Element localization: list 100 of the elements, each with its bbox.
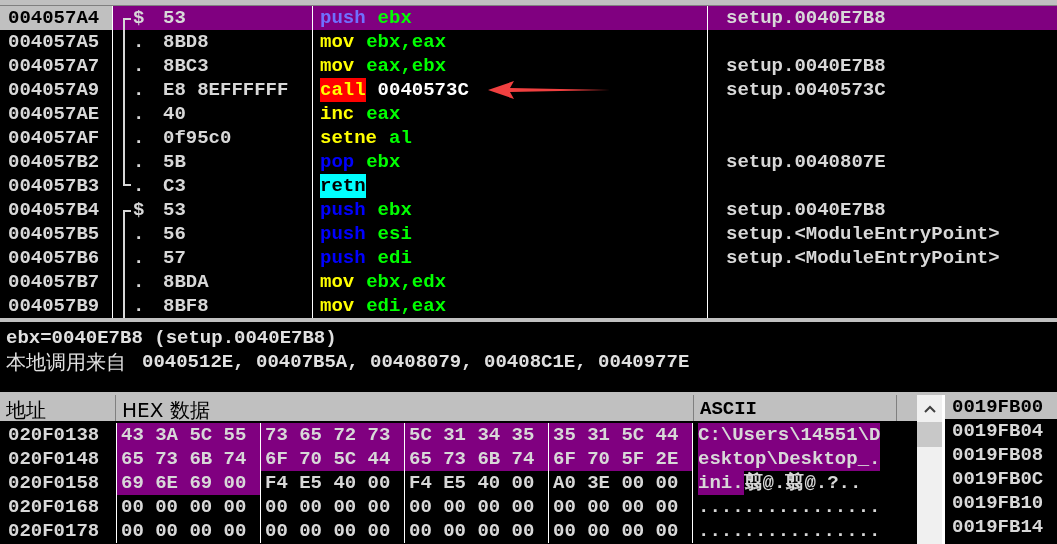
marker-text: . [133, 78, 146, 102]
hex-bytes: 65 73 6B 74 [404, 447, 548, 471]
hex-bytes: 00 00 00 00 [116, 519, 260, 543]
marker-text: . [133, 126, 146, 150]
stack-address[interactable]: 0019FB04 [945, 419, 1057, 443]
hex-bytes: 43 3A 5C 55 [116, 423, 260, 447]
comment: setup.0040E7B8 [726, 55, 886, 77]
mnemonic: call [320, 78, 366, 102]
marker-text: . [133, 30, 146, 54]
operand: edi,eax [366, 294, 447, 318]
comment: setup.0040573C [726, 79, 886, 101]
ascii-text: ................ [698, 519, 881, 543]
disassembly-row[interactable]: 004057A4 $ 53 push ebx setup.0040E7B8 [0, 6, 1057, 30]
hex-bytes: 00 00 00 00 [260, 519, 404, 543]
address-cell-text: 004057A5 [7, 30, 101, 54]
comment: setup.0040E7B8 [726, 199, 886, 221]
operand: eax,ebx [366, 54, 447, 78]
operand: 0040573C [377, 78, 469, 102]
hex-bytes: 35 31 5C 44 [548, 423, 692, 447]
address-cell-text: 020F0158 [7, 471, 101, 495]
scrollbar[interactable] [917, 395, 942, 544]
operand: ebx,edx [366, 270, 447, 294]
hex-bytes: A0 3E 00 00 [548, 471, 692, 495]
mnemonic: push [320, 222, 366, 246]
stack-address[interactable]: 0019FB08 [945, 443, 1057, 467]
hex-bytes: 65 73 6B 74 [116, 447, 260, 471]
hex-bytes: 53 [163, 198, 186, 222]
hex-bytes: F4 E5 40 00 [260, 471, 404, 495]
marker-text: . [133, 294, 146, 318]
hex-bytes: C3 [163, 174, 186, 198]
hex-bytes: 0f95c0 [163, 126, 232, 150]
mnemonic: mov [320, 294, 355, 318]
address-cell: 004057A4 [0, 6, 112, 30]
mnemonic: mov [320, 270, 355, 294]
hex-bytes: 69 6E 69 00 [116, 471, 260, 495]
address-cell-text: 004057AE [7, 102, 101, 126]
hex-bytes: 00 00 00 00 [404, 519, 548, 543]
hex-bytes: F4 E5 40 00 [404, 471, 548, 495]
hex-bytes: 57 [163, 246, 186, 270]
stack-address[interactable]: 0019FB14 [945, 515, 1057, 539]
address-cell-text: 004057B2 [7, 150, 101, 174]
hex-bytes: 53 [163, 6, 186, 30]
marker-text: . [133, 102, 146, 126]
ascii-text: ................ [698, 495, 881, 519]
column-header[interactable]: 地址 [0, 395, 116, 421]
scroll-thumb[interactable] [917, 422, 942, 447]
mnemonic: setne [320, 126, 377, 150]
address-cell-text: 004057B7 [7, 270, 101, 294]
hex-bytes: 00 00 00 00 [548, 519, 692, 543]
stack-address[interactable]: 0019FB0C [945, 467, 1057, 491]
marker-text: . [133, 54, 146, 78]
column-header[interactable]: HEX 数据 [116, 395, 694, 421]
hex-bytes: E8 8EFFFFFF [163, 78, 289, 102]
operand: ebx [366, 150, 401, 174]
column-header[interactable]: ASCII [694, 395, 897, 421]
info-text: 0040512E, 00407B5A, 00408079, 00408C1E, 0040977E [142, 350, 690, 374]
scroll-up-icon[interactable] [923, 405, 936, 413]
address-cell-text: 020F0148 [7, 447, 101, 471]
mnemonic: retn [320, 174, 366, 198]
address-cell-text: 004057B9 [7, 294, 101, 318]
operand: ebx [377, 6, 412, 30]
hex-bytes: 56 [163, 222, 186, 246]
operand: eax [366, 102, 401, 126]
operand: ebx,eax [366, 30, 447, 54]
ascii-text: 翦@.翦@.?.. [743, 471, 862, 495]
hex-bytes: 73 65 72 73 [260, 423, 404, 447]
ascii-text: C:\Users\14551\D [698, 423, 881, 447]
address-cell-text: 004057A9 [7, 78, 101, 102]
stack-address[interactable]: 0019FB10 [945, 491, 1057, 515]
mnemonic: pop [320, 150, 355, 174]
hex-bytes: 00 00 00 00 [260, 495, 404, 519]
info-label: 本地调用来自 [6, 350, 126, 374]
address-cell-text: 004057B5 [7, 222, 101, 246]
comment: setup.<ModuleEntryPoint> [726, 247, 1000, 269]
mnemonic: push [320, 6, 366, 30]
address-cell-text: 004057A7 [7, 54, 101, 78]
address-cell-text: 004057B3 [7, 174, 101, 198]
hex-bytes: 8BDA [163, 270, 209, 294]
hex-bytes: 00 00 00 00 [116, 495, 260, 519]
operand: al [389, 126, 412, 150]
operand: ebx [377, 198, 412, 222]
marker-text: $ [133, 198, 146, 222]
hex-bytes: 5B [163, 150, 186, 174]
marker-text: . [133, 270, 146, 294]
info-text: ebx=0040E7B8 (setup.0040E7B8) [6, 326, 338, 350]
address-cell-text: 020F0178 [7, 519, 101, 543]
operand: edi [377, 246, 412, 270]
comment: setup.0040807E [726, 151, 886, 173]
marker-text: . [133, 222, 146, 246]
hex-bytes: 8BC3 [163, 54, 209, 78]
comment: setup.0040E7B8 [726, 7, 886, 29]
address-cell-text: 004057B4 [7, 198, 101, 222]
hex-bytes: 40 [163, 102, 186, 126]
address-cell-text: 004057B6 [7, 246, 101, 270]
stack-address[interactable]: 0019FB00 [945, 395, 1057, 419]
mnemonic: mov [320, 30, 355, 54]
address-cell-text: 020F0138 [7, 423, 101, 447]
hex-bytes: 6F 70 5F 2E [548, 447, 692, 471]
hex-bytes: 5C 31 34 35 [404, 423, 548, 447]
marker-text: . [133, 150, 146, 174]
